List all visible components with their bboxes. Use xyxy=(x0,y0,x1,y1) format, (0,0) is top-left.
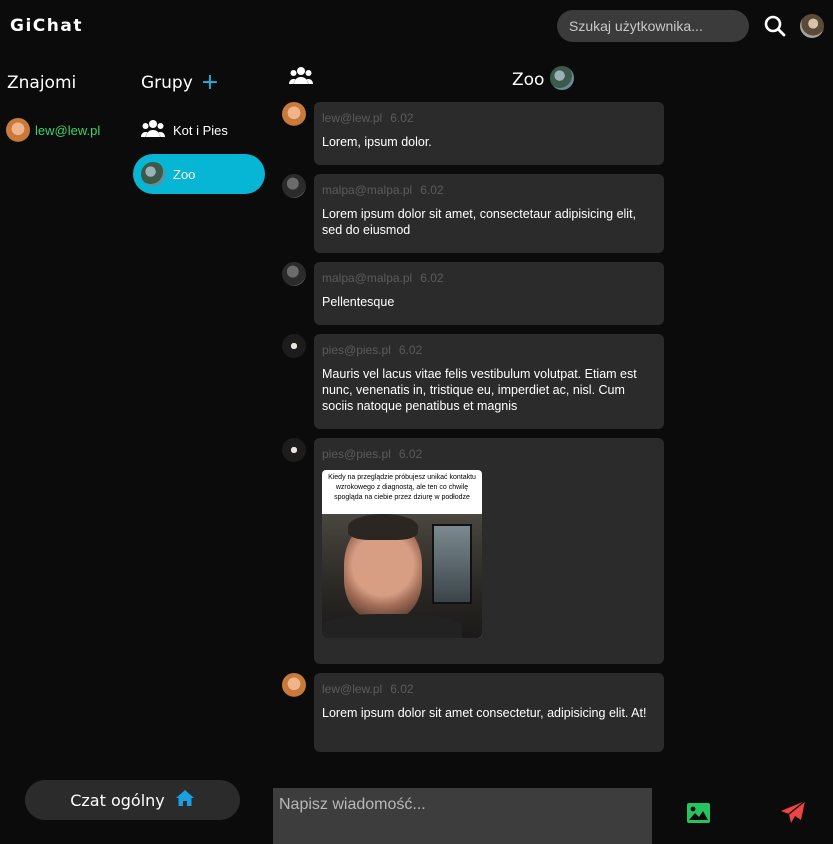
friends-heading: Znajomi xyxy=(7,73,77,93)
friend-item[interactable]: lew@lew.pl xyxy=(6,118,100,142)
image-caption: Kiedy na przeglądzie próbujesz unikać ko… xyxy=(328,474,476,501)
message-avatar xyxy=(282,334,306,358)
message-bubble: malpa@malpa.pl 6.02 Pellentesque xyxy=(314,262,664,325)
send-icon[interactable] xyxy=(780,800,806,831)
message-time: 6.02 xyxy=(390,682,414,696)
message-author: lew@lew.pl xyxy=(322,111,383,125)
message-text: Mauris vel lacus vitae felis vestibulum … xyxy=(322,367,637,413)
message-meta: lew@lew.pl 6.02 xyxy=(322,111,656,125)
message-text: Pellentesque xyxy=(322,295,395,309)
message-author: pies@pies.pl xyxy=(322,447,391,461)
chat-avatar xyxy=(550,66,574,90)
top-bar: GiChat xyxy=(0,0,833,54)
message-input[interactable] xyxy=(273,788,652,844)
message-bubble: lew@lew.pl 6.02 Lorem, ipsum dolor. xyxy=(314,102,664,165)
user-avatar[interactable] xyxy=(800,14,824,38)
group-name: Zoo xyxy=(173,166,196,182)
message-meta: malpa@malpa.pl 6.02 xyxy=(322,183,656,197)
message-author: lew@lew.pl xyxy=(322,682,383,696)
message-meta: pies@pies.pl 6.02 xyxy=(322,447,656,461)
message-bubble: lew@lew.pl 6.02 Lorem ipsum dolor sit ame… xyxy=(314,673,664,752)
message-time: 6.02 xyxy=(398,343,423,357)
group-name: Kot i Pies xyxy=(173,122,228,138)
message-author: malpa@malpa.pl xyxy=(322,183,413,197)
car-window xyxy=(432,524,472,604)
message-time: 6.02 xyxy=(398,447,423,461)
users-icon xyxy=(141,119,165,142)
user-search-input[interactable] xyxy=(557,10,749,42)
chat-title: Zoo xyxy=(512,70,545,90)
general-chat-button[interactable]: Czat ogólny xyxy=(25,780,240,820)
image-icon[interactable] xyxy=(686,802,711,829)
message-bubble: pies@pies.pl 6.02 Mauris vel lacus vitae … xyxy=(314,334,664,429)
group-item-kot-i-pies[interactable]: Kot i Pies xyxy=(133,110,265,150)
message-time: 6.02 xyxy=(420,271,444,285)
groups-heading-row: Grupy + xyxy=(141,72,219,94)
message-author: pies@pies.pl xyxy=(322,343,391,357)
message-time: 6.02 xyxy=(390,111,414,125)
message-text: Lorem, ipsum dolor. xyxy=(322,135,432,149)
chat-header: Zoo xyxy=(270,54,670,100)
message-image[interactable]: Kiedy na przeglądzie próbujesz unikać ko… xyxy=(322,470,482,638)
group-item-zoo[interactable]: Zoo xyxy=(133,154,265,194)
message-text: Lorem ipsum dolor sit amet consectetur, … xyxy=(322,706,647,720)
message-time: 6.02 xyxy=(420,183,444,197)
message-meta: malpa@malpa.pl 6.02 xyxy=(322,271,656,285)
message-avatar xyxy=(282,174,306,198)
friend-avatar xyxy=(6,118,30,142)
app-brand[interactable]: GiChat xyxy=(10,16,83,36)
message-bubble: malpa@malpa.pl 6.02 Lorem ipsum dolor sit… xyxy=(314,174,664,253)
group-avatar xyxy=(141,162,165,186)
message-avatar xyxy=(282,438,306,462)
shirt xyxy=(322,614,462,638)
users-icon[interactable] xyxy=(288,66,314,91)
friend-name: lew@lew.pl xyxy=(35,122,101,138)
message-bubble: pies@pies.pl 6.02 Kiedy na przeglądzie pr… xyxy=(314,438,664,664)
search-icon[interactable] xyxy=(762,13,788,39)
message-avatar xyxy=(282,102,306,126)
message-text: Lorem ipsum dolor sit amet, consectetaur… xyxy=(322,207,637,237)
message-meta: pies@pies.pl 6.02 xyxy=(322,343,656,357)
home-icon xyxy=(175,789,195,811)
general-chat-label: Czat ogólny xyxy=(70,790,165,810)
message-author: malpa@malpa.pl xyxy=(322,271,413,285)
plus-icon[interactable]: + xyxy=(201,72,219,94)
message-meta: lew@lew.pl 6.02 xyxy=(322,682,656,696)
meme-photo xyxy=(322,514,482,638)
groups-heading: Grupy xyxy=(141,73,193,93)
message-avatar xyxy=(282,673,306,697)
message-avatar xyxy=(282,262,306,286)
hair xyxy=(348,514,418,540)
